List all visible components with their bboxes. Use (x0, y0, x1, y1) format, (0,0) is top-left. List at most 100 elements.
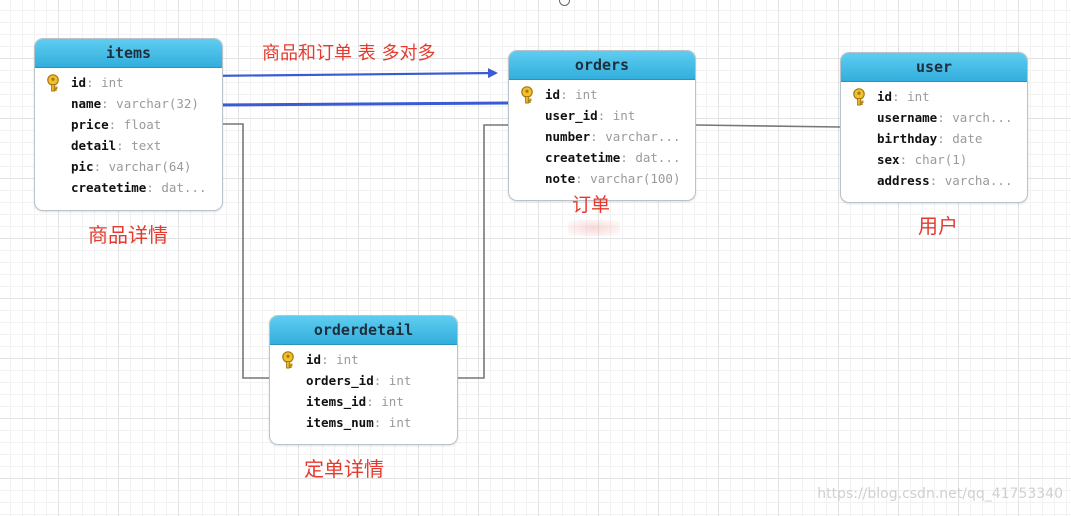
field-name: username (877, 110, 938, 125)
field-user-username[interactable]: username: varch... (841, 107, 1027, 128)
field-name: createtime (545, 150, 621, 165)
table-orderdetail[interactable]: orderdetail id: int orders_id: int items_i… (269, 315, 458, 445)
field-separator: : (93, 159, 109, 174)
field-name: address (877, 173, 930, 188)
table-orders-title: orders (509, 51, 695, 80)
table-user-title: user (841, 53, 1027, 82)
watermark: https://blog.csdn.net/qq_41753340 (817, 486, 1063, 502)
field-separator: : (620, 150, 636, 165)
field-type: varchar... (605, 129, 681, 144)
field-type: dat... (635, 150, 681, 165)
field-items-id[interactable]: id: int (35, 72, 222, 93)
field-type: dat... (161, 180, 207, 195)
field-type: int (388, 415, 412, 430)
field-type: varchar(64) (108, 159, 192, 174)
field-separator: : (892, 89, 908, 104)
field-type: int (612, 108, 636, 123)
field-type: int (388, 373, 412, 388)
field-user-address[interactable]: address: varcha... (841, 170, 1027, 191)
field-items-price[interactable]: price: float (35, 114, 222, 135)
field-separator: : (146, 180, 162, 195)
field-separator: : (597, 108, 613, 123)
field-separator: : (101, 96, 117, 111)
field-items-name[interactable]: name: varchar(32) (35, 93, 222, 114)
field-user-id[interactable]: id: int (841, 86, 1027, 107)
table-orders[interactable]: orders id: int user_id: int number: varcha… (508, 50, 696, 201)
field-user-sex[interactable]: sex: char(1) (841, 149, 1027, 170)
table-orderdetail-fields: id: int orders_id: int items_id: int items_… (270, 345, 457, 433)
field-separator: : (929, 173, 945, 188)
field-orders-id[interactable]: id: int (509, 84, 695, 105)
key-icon (47, 74, 59, 92)
connector-orderdetail-orders (456, 124, 509, 379)
field-type: int (907, 89, 930, 104)
table-user-fields: id: int username: varch... birthday: date s… (841, 82, 1027, 191)
field-name: id (71, 75, 87, 90)
field-separator: : (899, 152, 915, 167)
field-name: price (71, 117, 109, 132)
field-type: varchar(32) (116, 96, 199, 111)
field-name: detail (71, 138, 117, 153)
field-name: birthday (877, 131, 938, 146)
field-orderdetail-items_num[interactable]: items_num: int (270, 412, 457, 433)
field-items-detail[interactable]: detail: text (35, 135, 222, 156)
field-name: pic (71, 159, 94, 174)
field-name: createtime (71, 180, 147, 195)
caption-user: 用户 (918, 214, 958, 238)
field-separator: : (937, 110, 953, 125)
field-separator: : (560, 87, 576, 102)
field-separator: : (590, 129, 606, 144)
field-type: date (952, 131, 983, 146)
key-icon (853, 88, 865, 106)
field-orderdetail-orders_id[interactable]: orders_id: int (270, 370, 457, 391)
field-type: int (575, 87, 598, 102)
field-name: id (545, 87, 561, 102)
field-name: name (71, 96, 102, 111)
caption-items: 商品详情 (88, 223, 168, 247)
field-name: items_num (306, 415, 374, 430)
table-items-fields: id: int name: varchar(32) price: float deta… (35, 68, 222, 198)
table-items-title: items (35, 39, 222, 68)
field-name: number (545, 129, 591, 144)
field-type: varcha... (944, 173, 1013, 188)
field-orders-note[interactable]: note: varchar(100) (509, 168, 695, 189)
field-separator: : (108, 117, 124, 132)
field-type: varch... (952, 110, 1013, 125)
field-type: int (101, 75, 124, 90)
redaction-blur (568, 220, 620, 236)
field-type: int (381, 394, 404, 409)
field-name: id (877, 89, 893, 104)
table-items[interactable]: items id: int name: varchar(32) price: flo… (34, 38, 223, 211)
table-user[interactable]: user id: int username: varch... birthday: … (840, 52, 1028, 203)
field-separator: : (373, 415, 389, 430)
field-type: char(1) (914, 152, 968, 167)
field-separator: : (575, 171, 591, 186)
relation-label: 商品和订单 表 多对多 (262, 43, 436, 64)
field-orderdetail-items_id[interactable]: items_id: int (270, 391, 457, 412)
field-user-birthday[interactable]: birthday: date (841, 128, 1027, 149)
field-name: items_id (306, 394, 367, 409)
field-items-createtime[interactable]: createtime: dat... (35, 177, 222, 198)
key-icon (282, 351, 294, 369)
field-orders-createtime[interactable]: createtime: dat... (509, 147, 695, 168)
field-separator: : (86, 75, 102, 90)
field-separator: : (937, 131, 953, 146)
field-items-pic[interactable]: pic: varchar(64) (35, 156, 222, 177)
field-type: text (131, 138, 162, 153)
field-separator: : (366, 394, 382, 409)
table-orders-fields: id: int user_id: int number: varchar... cre… (509, 80, 695, 189)
field-name: note (545, 171, 576, 186)
field-orderdetail-id[interactable]: id: int (270, 349, 457, 370)
field-name: id (306, 352, 322, 367)
arrow-orders-to-items (212, 99, 511, 110)
field-orders-user_id[interactable]: user_id: int (509, 105, 695, 126)
connector-items-orderdetail (222, 123, 270, 379)
field-type: float (123, 117, 162, 132)
connector-orders-user (694, 124, 841, 128)
field-orders-number[interactable]: number: varchar... (509, 126, 695, 147)
field-separator: : (116, 138, 132, 153)
key-icon (521, 86, 533, 104)
field-name: sex (877, 152, 900, 167)
field-name: orders_id (306, 373, 374, 388)
table-orderdetail-title: orderdetail (270, 316, 457, 345)
